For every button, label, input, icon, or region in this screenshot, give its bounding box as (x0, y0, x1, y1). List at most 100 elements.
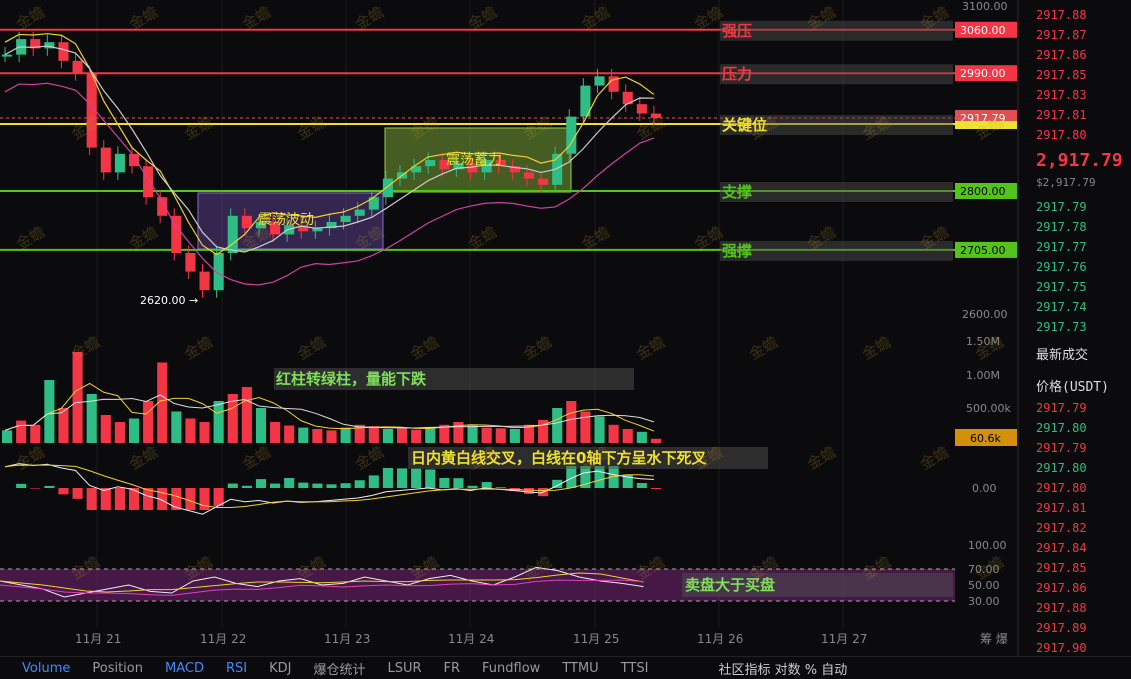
macd-bar-25 (354, 480, 365, 488)
ask-price: 2917.88 (1036, 8, 1087, 22)
x-tick-1: 11月 22 (200, 632, 246, 646)
candle-body-22 (312, 228, 323, 232)
volume-bar-18 (255, 408, 267, 443)
bid-price: 2917.77 (1036, 240, 1087, 254)
vol-current: 60.6k (970, 432, 1001, 445)
trade-price: 2917.90 (1036, 641, 1087, 655)
tab-volume[interactable]: Volume (22, 661, 70, 676)
volume-bar-0 (2, 430, 13, 443)
candle-body-5 (72, 60, 83, 74)
watermark: 金蟾 (126, 223, 161, 254)
volume-bar-26 (368, 426, 379, 443)
macd-bar-23 (326, 484, 337, 488)
volume-bar-46 (650, 438, 661, 443)
macd-bar-7 (100, 488, 111, 510)
chart-canvas[interactable]: 强压 3060.00压力 2990.002917.79关键位支撑 2800.00强撑 2… (0, 0, 1131, 678)
level-title-1: 压力 (722, 65, 752, 83)
tab-rsi[interactable]: RSI (226, 661, 247, 676)
macd-bar-32 (453, 478, 464, 488)
watermark: 金蟾 (68, 113, 103, 144)
volume-bar-19 (270, 422, 281, 443)
volume-bar-36 (509, 429, 520, 443)
tab-fundflow[interactable]: Fundflow (482, 661, 540, 676)
tab-macd[interactable]: MACD (165, 661, 204, 676)
volume-bar-24 (340, 427, 351, 443)
volume-bar-34 (481, 427, 492, 443)
macd-panel (4, 463, 661, 515)
tab-fr[interactable]: FR (444, 661, 461, 676)
macd-bar-13 (185, 488, 196, 510)
candle-body-25 (354, 209, 365, 216)
watermark: 金蟾 (804, 443, 839, 474)
bid-price: 2917.73 (1036, 320, 1087, 334)
level-title-bg-4 (720, 182, 953, 202)
tab-ttmu[interactable]: TTMU (562, 661, 598, 676)
trade-price: 2917.80 (1036, 421, 1087, 435)
rsi-axis-3: 30.00 (968, 595, 1000, 608)
tab-爆仓统计[interactable]: 爆仓统计 (313, 659, 365, 678)
volume-bar-23 (326, 430, 337, 443)
trade-price: 2917.80 (1036, 481, 1087, 495)
volume-bar-13 (185, 418, 196, 443)
volume-bar-44 (622, 429, 633, 443)
volume-bar-12 (171, 411, 182, 443)
macd-bar-37 (523, 488, 535, 494)
vol-note: 红柱转绿柱，量能下跌 (276, 370, 427, 388)
ask-price: 2917.87 (1036, 28, 1087, 42)
volume-bar-29 (411, 429, 422, 443)
watermark: 金蟾 (746, 333, 781, 364)
tab-lsur[interactable]: LSUR (387, 661, 421, 676)
watermark: 金蟾 (294, 113, 329, 144)
trade-price: 2917.80 (1036, 461, 1087, 475)
annotations: 2620.00 →震荡波动震荡蓄力红柱转绿柱，量能下跌日内黄白线交叉，白线在0轴… (140, 152, 953, 597)
ask-price: 2917.85 (1036, 68, 1087, 82)
trade-price: 2917.86 (1036, 581, 1087, 595)
ask-price: 2917.81 (1036, 108, 1087, 122)
tab-ttsi[interactable]: TTSI (621, 661, 649, 676)
macd-bar-35 (495, 487, 506, 488)
right-tools[interactable]: 社区指标 对数 % 自动 (718, 659, 847, 678)
corner-label: 筹 爆 (980, 632, 1008, 646)
x-tick-6: 11月 27 (821, 632, 867, 646)
volume-bar-15 (213, 401, 224, 443)
box-label-2: 震荡蓄力 (446, 152, 502, 168)
candle-body-10 (143, 166, 154, 198)
vol-axis-2: 500.00k (966, 402, 1011, 415)
macd-bar-5 (72, 488, 83, 499)
level-title-4: 支撑 (721, 183, 752, 201)
volume-bar-17 (241, 387, 252, 443)
watermark: 金蟾 (68, 333, 103, 364)
watermark: 金蟾 (13, 443, 48, 474)
volume-bar-1 (16, 420, 27, 443)
level-tag-text-1: 2990.00 (960, 67, 1006, 80)
macd-bar-18 (255, 479, 267, 488)
candle-body-45 (636, 104, 647, 114)
bid-price: 2917.74 (1036, 300, 1087, 314)
watermark: 金蟾 (859, 333, 894, 364)
last-price: 2,917.79 (1036, 150, 1123, 171)
tab-kdj[interactable]: KDJ (269, 661, 291, 676)
macd-bar-1 (16, 483, 27, 488)
x-tick-4: 11月 25 (573, 632, 619, 646)
watermark: 金蟾 (407, 333, 442, 364)
tab-position[interactable]: Position (92, 661, 143, 676)
macd-bar-28 (396, 468, 408, 488)
macd-bar-10 (143, 488, 154, 510)
candle-body-11 (157, 197, 168, 216)
trade-price: 2917.81 (1036, 501, 1087, 515)
macd-bar-46 (650, 488, 661, 489)
level-title-bg-0 (720, 20, 953, 41)
candle-body-38 (538, 178, 549, 185)
macd-bar-22 (312, 483, 323, 488)
macd-bar-45 (636, 483, 647, 488)
indicator-tabs[interactable]: Volume Position MACD RSI KDJ 爆仓统计 LSUR FR Fundfl… (0, 656, 1131, 679)
volume-bar-2 (30, 424, 41, 443)
candle-body-17 (241, 215, 252, 229)
x-tick-3: 11月 24 (448, 632, 494, 646)
candle-body-16 (227, 215, 238, 253)
trade-price: 2917.79 (1036, 401, 1087, 415)
ask-price: 2917.86 (1036, 48, 1087, 62)
level-title-5: 强撑 (722, 242, 752, 260)
trade-price: 2917.79 (1036, 441, 1087, 455)
macd-bar-14 (199, 488, 210, 510)
